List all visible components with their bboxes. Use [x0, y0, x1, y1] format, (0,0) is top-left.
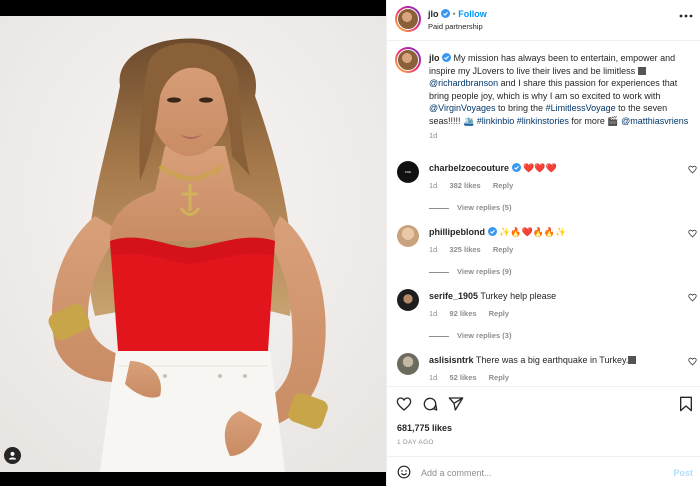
- post-photo[interactable]: [0, 16, 386, 472]
- comment-meta: 1d 92 likes Reply: [429, 309, 519, 318]
- ship-emoji: 🛳️: [463, 115, 475, 126]
- post-header: jlo • Follow Paid partnership: [387, 0, 700, 41]
- view-replies-label: View replies (5): [457, 203, 512, 212]
- hashtag-link[interactable]: #LimitlessVoyage: [546, 103, 616, 113]
- comment-text: ✨🔥❤️🔥🔥✨: [499, 227, 567, 237]
- caption-text: to bring the: [495, 103, 546, 113]
- heart-icon[interactable]: [688, 293, 697, 302]
- comment-meta: 1d 52 likes Reply: [429, 373, 519, 382]
- add-comment-input[interactable]: Add a comment...: [421, 468, 492, 478]
- post-time[interactable]: 1 DAY AGO: [397, 439, 434, 446]
- author-avatar[interactable]: [395, 6, 421, 32]
- comment-text: ❤️❤️❤️: [523, 163, 557, 173]
- commenter-username[interactable]: phillipeblond: [429, 227, 485, 237]
- post-comment-button[interactable]: Post: [673, 468, 693, 478]
- clapper-emoji: 🎬: [607, 115, 619, 126]
- reply-button[interactable]: Reply: [493, 181, 513, 190]
- instagram-post: jlo • Follow Paid partnership jlo My mis…: [0, 0, 700, 486]
- reply-button[interactable]: Reply: [489, 309, 509, 318]
- commenter-avatar[interactable]: [397, 353, 419, 375]
- photo-top-letterbox: [0, 0, 386, 16]
- verified-icon: [441, 9, 451, 18]
- mention-link[interactable]: @matthiasvriens: [621, 116, 688, 126]
- verified-icon: [511, 163, 521, 172]
- commenter-username[interactable]: charbelzoecouture: [429, 163, 509, 173]
- follow-button[interactable]: Follow: [458, 9, 487, 19]
- comment-meta: 1d 325 likes Reply: [429, 245, 523, 254]
- emoji-icon[interactable]: [397, 465, 411, 479]
- comment-text-line: aslisisntrk There was a big earthquake i…: [429, 355, 637, 365]
- caption-username[interactable]: jlo: [429, 53, 440, 63]
- author-username[interactable]: jlo: [428, 9, 439, 19]
- comment-age[interactable]: 1d: [429, 309, 437, 318]
- comment-item: ZOE charbelzoecouture ❤️❤️❤️ 1d 382 like…: [397, 161, 697, 221]
- photo-bottom-letterbox: [0, 472, 386, 486]
- reply-button[interactable]: Reply: [489, 373, 509, 382]
- share-icon[interactable]: [448, 396, 464, 412]
- heart-icon[interactable]: [688, 165, 697, 174]
- comment-text-line: phillipeblond ✨🔥❤️🔥🔥✨: [429, 227, 566, 238]
- caption-text: for more: [568, 115, 608, 126]
- caption-age[interactable]: 1d: [429, 130, 691, 143]
- caption-avatar[interactable]: [395, 47, 421, 73]
- emoji-glyph: [637, 66, 646, 75]
- heart-icon[interactable]: [688, 357, 697, 366]
- view-replies-label: View replies (9): [457, 267, 512, 276]
- comment-meta: 1d 382 likes Reply: [429, 181, 523, 190]
- post-side-panel: jlo • Follow Paid partnership jlo My mis…: [386, 0, 700, 486]
- view-replies-button[interactable]: View replies (9): [429, 267, 511, 276]
- likes-count[interactable]: 681,775 likes: [397, 423, 452, 433]
- comment-text: Turkey help please: [480, 291, 557, 301]
- reply-button[interactable]: Reply: [493, 245, 513, 254]
- commenter-username[interactable]: serife_1905: [429, 291, 478, 301]
- bookmark-icon[interactable]: [679, 396, 693, 412]
- comment-item: aslisisntrk There was a big earthquake i…: [397, 353, 697, 383]
- header-dot-separator: •: [452, 9, 456, 19]
- tag-user-icon[interactable]: [4, 447, 21, 464]
- post-actions: 681,775 likes 1 DAY AGO: [387, 386, 700, 454]
- comment-likes[interactable]: 325 likes: [449, 245, 480, 254]
- commenter-username[interactable]: aslisisntrk: [429, 355, 474, 365]
- verified-icon: [487, 227, 497, 236]
- comment-text-line: charbelzoecouture ❤️❤️❤️: [429, 163, 557, 174]
- view-replies-label: View replies (3): [457, 331, 512, 340]
- photo-illustration: [0, 16, 386, 472]
- add-comment-bar: Add a comment... Post: [387, 456, 700, 486]
- hashtag-link[interactable]: #linkinbio: [477, 116, 515, 126]
- paid-partnership-label[interactable]: Paid partnership: [428, 22, 483, 31]
- more-icon[interactable]: [679, 10, 693, 20]
- comment-age[interactable]: 1d: [429, 373, 437, 382]
- comment-icon[interactable]: [422, 396, 438, 412]
- comment-item: phillipeblond ✨🔥❤️🔥🔥✨ 1d 325 likes Reply…: [397, 225, 697, 285]
- comment-likes[interactable]: 52 likes: [449, 373, 476, 382]
- comment-text-line: serife_1905 Turkey help please: [429, 291, 556, 301]
- verified-icon: [442, 53, 452, 62]
- comment-likes[interactable]: 382 likes: [449, 181, 480, 190]
- mention-link[interactable]: @richardbranson: [429, 78, 498, 88]
- comment-likes[interactable]: 92 likes: [449, 309, 476, 318]
- heart-icon[interactable]: [688, 229, 697, 238]
- author-line: jlo • Follow: [428, 9, 487, 19]
- comment-age[interactable]: 1d: [429, 245, 437, 254]
- commenter-avatar[interactable]: [397, 225, 419, 247]
- comment-item: serife_1905 Turkey help please 1d 92 lik…: [397, 289, 697, 349]
- commenter-avatar[interactable]: ZOE: [397, 161, 419, 183]
- mention-link[interactable]: @VirginVoyages: [429, 103, 496, 113]
- hashtag-link[interactable]: #linkinstories: [517, 116, 569, 126]
- commenter-avatar[interactable]: [397, 289, 419, 311]
- comment-age[interactable]: 1d: [429, 181, 437, 190]
- comment-text: There was a big earthquake in Turkey.: [475, 355, 629, 365]
- view-replies-button[interactable]: View replies (5): [429, 203, 511, 212]
- heart-icon[interactable]: [396, 396, 412, 412]
- caption: jlo My mission has always been to entert…: [429, 52, 691, 143]
- emoji-glyph: [628, 356, 637, 364]
- view-replies-button[interactable]: View replies (3): [429, 331, 511, 340]
